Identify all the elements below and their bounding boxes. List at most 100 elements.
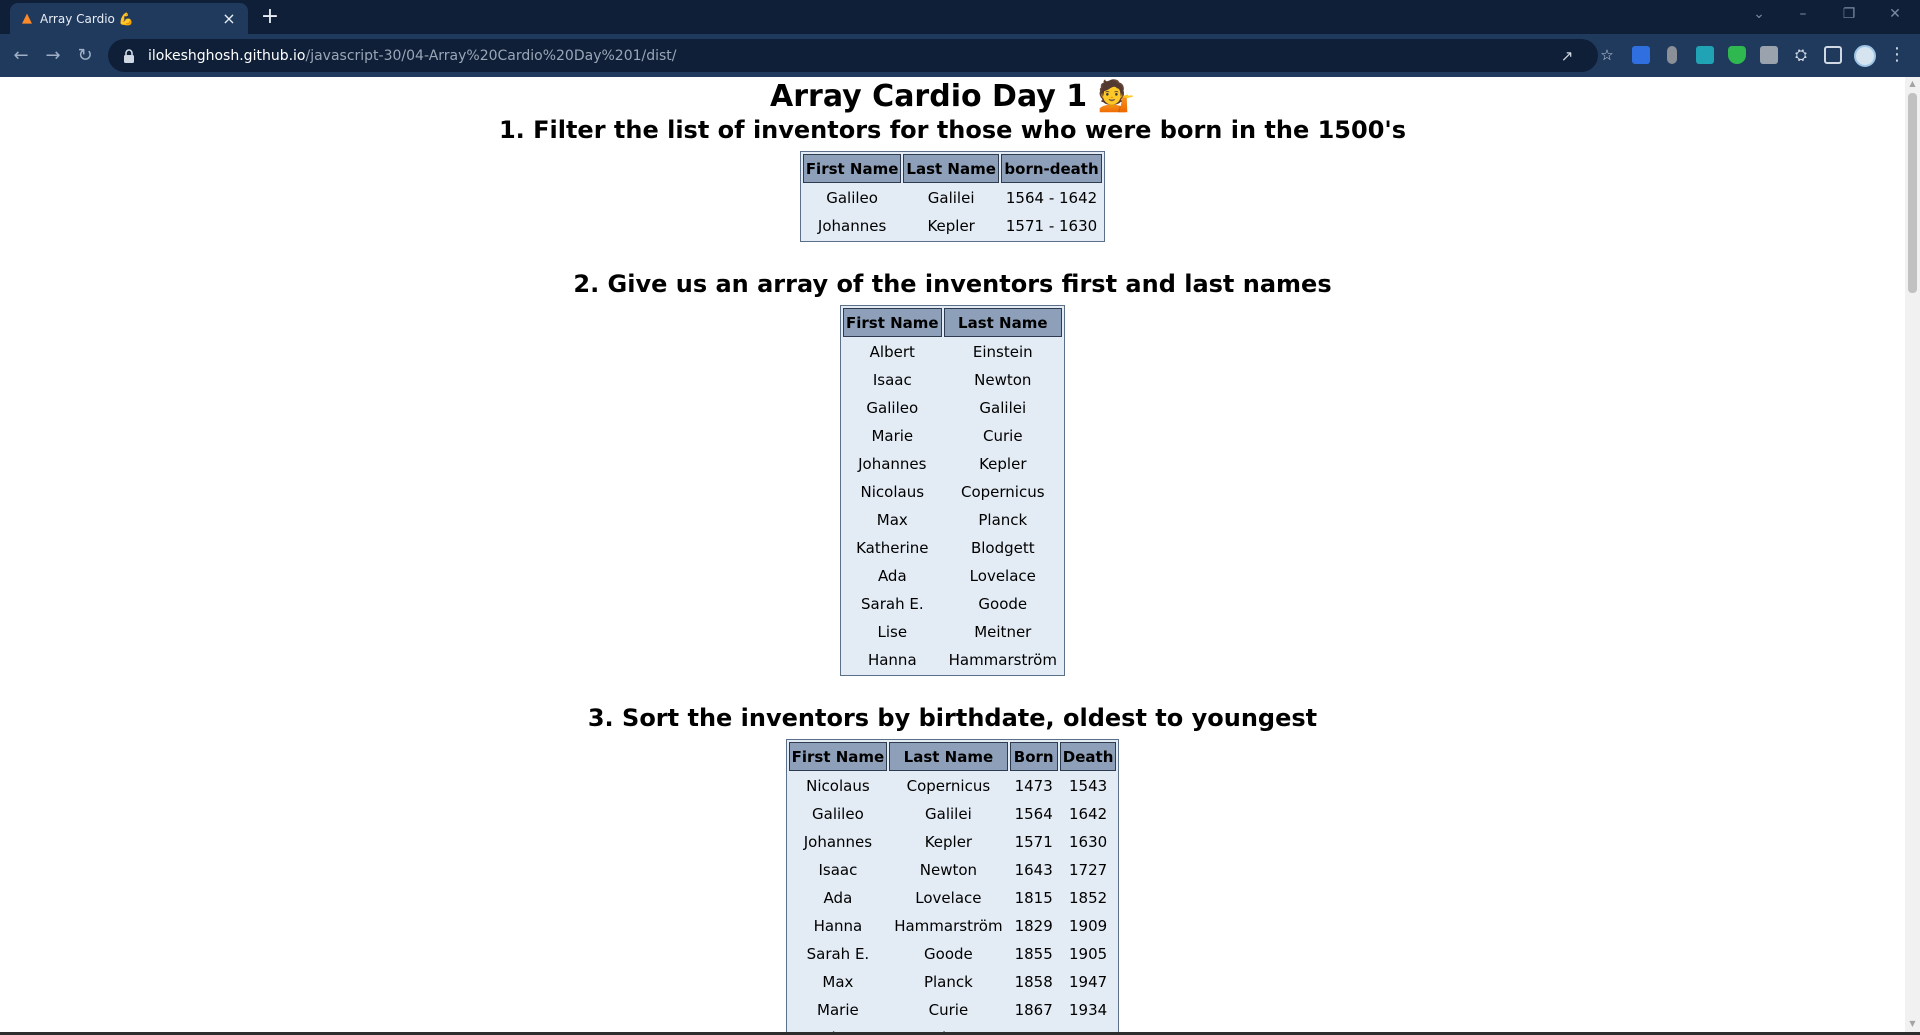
table-cell: Hanna <box>867 651 917 669</box>
table-cell: Marie <box>871 427 914 445</box>
column-header: Born <box>1009 742 1058 771</box>
table-row: Ada Lovelace 1815 1852 <box>789 885 1117 911</box>
q3-table: First Name Last Name Born Death Nicolaus Cope… <box>785 739 1120 1032</box>
table-cell: 1642 <box>1068 805 1108 823</box>
column-header: First Name <box>843 308 942 337</box>
side-panel-icon[interactable] <box>1824 46 1842 64</box>
scroll-up-arrow-icon[interactable]: ▲ <box>1908 79 1917 89</box>
table-cell: Sarah E. <box>806 945 870 963</box>
q1-table: First Name Last Name born-death Galileo Gali… <box>799 151 1106 242</box>
table-cell: Goode <box>978 595 1028 613</box>
table-cell: 1571 <box>1014 833 1053 851</box>
page-content: Array Cardio Day 1 💁 1. Filter the list … <box>0 79 1905 1032</box>
vertical-scrollbar[interactable]: ▲ ▼ <box>1905 77 1920 1032</box>
table-row: Nicolaus Copernicus 1473 1543 <box>789 773 1117 799</box>
table-cell: Katherine <box>856 539 929 557</box>
table-cell: Planck <box>978 511 1028 529</box>
table-cell: 1855 <box>1014 945 1053 963</box>
table-cell: 1727 <box>1068 861 1108 879</box>
lock-icon[interactable] <box>122 48 136 63</box>
minimize-button[interactable]: – <box>1780 0 1826 30</box>
column-header: Last Name <box>889 742 1008 771</box>
table-cell: 1934 <box>1068 1001 1108 1019</box>
table-cell: 1947 <box>1068 973 1108 991</box>
table-cell: Nicolaus <box>806 777 870 795</box>
share-icon[interactable]: ↗ <box>1558 47 1576 65</box>
extension-icon[interactable] <box>1667 46 1677 64</box>
table-cell: Nicolaus <box>860 483 925 501</box>
tab-search-icon[interactable]: ⌄ <box>1736 0 1782 30</box>
table-cell: Lovelace <box>915 889 982 907</box>
address-bar[interactable]: ilokeshghosh.github.io/javascript-30/04-… <box>108 39 1614 72</box>
bookmark-star-icon[interactable]: ☆ <box>1598 46 1616 64</box>
table-cell: Einstein <box>972 343 1033 361</box>
table-cell: Blodgett <box>970 539 1035 557</box>
table-row: Johannes Kepler 1571 1630 <box>789 829 1117 855</box>
table-row: Galileo Galilei 1564 - 1642 <box>803 185 1102 211</box>
table-row: Ada Lovelace <box>843 563 1062 589</box>
table-cell: Galilei <box>925 805 972 823</box>
close-window-button[interactable]: ✕ <box>1872 0 1918 30</box>
table-cell: Hanna <box>813 917 863 935</box>
table-row: Sarah E. Goode 1855 1905 <box>789 941 1117 967</box>
table-cell: 1829 <box>1014 917 1053 935</box>
table-cell: 1867 <box>1014 1001 1053 1019</box>
flame-icon: ▲ <box>22 11 32 26</box>
forward-arrow-icon[interactable]: → <box>40 43 66 69</box>
table-row: Johannes Kepler 1571 - 1630 <box>803 213 1102 239</box>
table-cell: Meitner <box>889 1025 1007 1032</box>
table-cell: Curie <box>983 427 1023 445</box>
close-tab-icon[interactable]: × <box>220 9 238 28</box>
q2-heading: 2. Give us an array of the inventors fir… <box>573 270 1332 298</box>
table-cell: 1909 <box>1068 917 1108 935</box>
column-header: First Name <box>788 742 888 771</box>
url-path: /javascript-30/04-Array%20Cardio%20Day%2… <box>305 47 677 64</box>
table-header-row: First Name Last Name <box>843 308 1062 337</box>
table-cell: Newton <box>974 371 1032 389</box>
table-cell: Galileo <box>866 399 919 417</box>
table-row: Hanna Hammarström <box>843 647 1062 673</box>
table-row: Katherine Blodgett <box>843 535 1062 561</box>
table-cell: Meitner <box>974 623 1032 641</box>
browser-tab-active[interactable]: ▲ Array Cardio 💪 × <box>10 3 248 34</box>
column-header: born-death <box>1000 154 1103 183</box>
table-cell: 1571 - 1630 <box>1005 217 1098 235</box>
table-row: Nicolaus Copernicus <box>843 479 1062 505</box>
scrollbar-thumb[interactable] <box>1908 93 1917 293</box>
profile-avatar[interactable] <box>1854 45 1876 67</box>
menu-kebab-icon[interactable]: ⋮ <box>1888 44 1906 65</box>
table-cell: Galileo <box>826 189 878 207</box>
table-row: Hanna Hammarström 1829 1909 <box>789 913 1117 939</box>
table-cell: 1564 - 1642 <box>1005 189 1098 207</box>
bitwarden-extension-icon[interactable] <box>1632 46 1650 64</box>
scroll-down-arrow-icon[interactable]: ▼ <box>1908 1019 1917 1029</box>
table-cell: Newton <box>919 861 978 879</box>
table-cell: 1852 <box>1068 889 1108 907</box>
camera-extension-icon[interactable] <box>1760 46 1778 64</box>
table-cell: Lise <box>789 1025 888 1032</box>
page-title: Array Cardio Day 1 💁 <box>770 79 1135 114</box>
table-cell: Max <box>822 973 854 991</box>
puzzle-extensions-icon[interactable]: ⛭ <box>1792 46 1810 64</box>
table-row: Lise Meitner <box>843 619 1062 645</box>
extension-icon-2[interactable] <box>1696 46 1714 64</box>
new-tab-button[interactable]: + <box>258 4 282 30</box>
restore-button[interactable]: ❐ <box>1826 0 1872 30</box>
table-cell: Albert <box>869 343 915 361</box>
back-arrow-icon[interactable]: ← <box>8 43 34 69</box>
table-cell: 1878 <box>1010 1025 1058 1032</box>
table-row: Galileo Galilei 1564 1642 <box>789 801 1117 827</box>
table-row: LiseMeitner18781968 <box>789 1025 1117 1032</box>
table-header-row: First Name Last Name born-death <box>802 154 1103 183</box>
table-cell: Max <box>876 511 908 529</box>
table-row: Isaac Newton <box>843 367 1062 393</box>
table-cell: Johannes <box>858 455 927 473</box>
shield-extension-icon[interactable] <box>1728 46 1746 64</box>
table-cell: Isaac <box>818 861 858 879</box>
column-header: Last Name <box>943 308 1062 337</box>
table-cell: 1905 <box>1068 945 1108 963</box>
table-row: Albert Einstein <box>843 339 1062 365</box>
browser-toolbar: ← → ↻ ilokeshghosh.github.io/javascript-… <box>0 34 1920 77</box>
table-cell: Ada <box>877 567 907 585</box>
reload-icon[interactable]: ↻ <box>72 43 98 69</box>
